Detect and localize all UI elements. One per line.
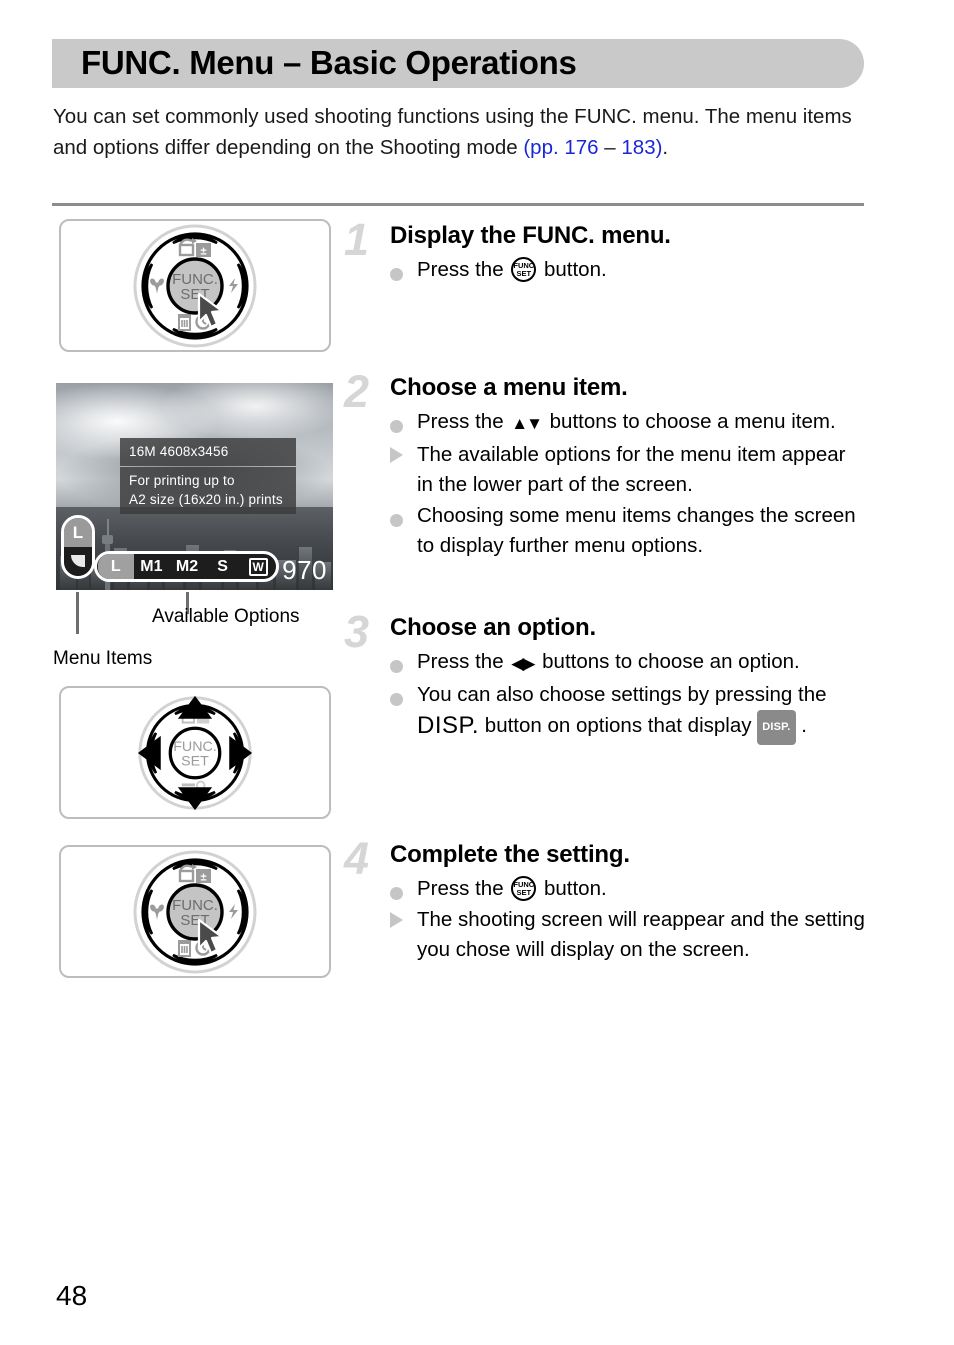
page-header-bar: FUNC. Menu – Basic Operations: [52, 39, 864, 88]
funcset-button-icon: FUNC SET: [511, 257, 537, 282]
step-2-line-3: Choosing some menu items changes the scr…: [390, 501, 866, 561]
figure-dial-direction-buttons-step3: FUNC. SET: [59, 686, 331, 819]
page-number: 48: [56, 1280, 88, 1311]
control-dial-illustration-2: ± FUNC. SET: [133, 850, 257, 974]
control-dial-illustration: ± FUNC. SET: [133, 224, 257, 348]
figure-dial-press-funcset-step1: ± FUNC. SET: [59, 219, 331, 352]
step-3-line-2-after: button on options that display: [479, 714, 758, 737]
svg-text:±: ±: [200, 871, 206, 883]
lcd-option-m1[interactable]: M1: [134, 554, 170, 579]
step-1: 1 Display the FUNC. menu. Press the FUNC…: [344, 217, 866, 286]
lcd-available-options-bar[interactable]: L M1 M2 S W: [94, 551, 279, 582]
step-4-line-1: Press the FUNC SET button.: [390, 874, 866, 904]
step-1-body: Press the FUNC SET button.: [390, 255, 866, 285]
step-2-number: 2: [344, 366, 370, 417]
step-3-line-2: You can also choose settings by pressing…: [390, 680, 866, 745]
left-right-arrows-icon: ◀▶: [511, 654, 535, 673]
funcset-button-icon: FUNC SET: [511, 876, 537, 901]
intro-line-2-mid: –: [598, 136, 622, 159]
step-4-line-1-after: button.: [538, 877, 607, 900]
bullet-dot-icon: [390, 501, 403, 531]
svg-text:±: ±: [200, 245, 206, 257]
intro-line-1: You can set commonly used shooting funct…: [53, 105, 700, 128]
lcd-menu-items-column[interactable]: L: [61, 515, 95, 579]
control-dial-svg: ± FUNC. SET: [133, 224, 257, 347]
bullet-dot-icon: [390, 255, 403, 285]
bullet-dot-icon: [390, 680, 403, 710]
intro-line-2-after: .: [662, 136, 669, 159]
step-2-line-2: The available options for the menu item …: [390, 440, 866, 500]
exposure-compensation-icon: ±: [196, 868, 211, 883]
intro-paragraph: You can set commonly used shooting funct…: [53, 101, 865, 163]
step-4-line-2: The shooting screen will reappear and th…: [390, 905, 866, 965]
page-title: FUNC. Menu – Basic Operations: [81, 43, 577, 81]
callout-available-options: Available Options: [152, 606, 300, 627]
lcd-option-m2[interactable]: M2: [169, 554, 205, 579]
funcset-label-bottom: SET: [181, 753, 209, 769]
step-2: 2 Choose a menu item. Press the ▲▼ butto…: [344, 369, 866, 562]
step-2-title: Choose a menu item.: [390, 374, 628, 401]
lcd-option-s[interactable]: S: [205, 554, 241, 579]
step-3: 3 Choose an option. Press the ◀▶ buttons…: [344, 609, 866, 746]
lcd-shots-remaining: 970: [282, 555, 327, 585]
callout-menu-items: Menu Items: [53, 648, 153, 669]
step-3-line-2-before: You can also choose settings by pressing…: [417, 683, 827, 706]
exposure-compensation-icon: ±: [196, 242, 211, 257]
figure-dial-press-funcset-step4: ± FUNC. SET: [59, 845, 331, 978]
step-3-number: 3: [344, 606, 370, 657]
result-triangle-icon: [390, 905, 403, 937]
step-2-line-2-text: The available options for the menu item …: [417, 443, 846, 496]
step-2-line-1-before: Press the: [417, 410, 510, 433]
step-2-body: Press the ▲▼ buttons to choose a menu it…: [390, 407, 866, 561]
control-dial-illustration-arrows: FUNC. SET: [136, 694, 254, 812]
step-1-number: 1: [344, 214, 370, 265]
control-dial-svg-2: ± FUNC. SET: [133, 850, 257, 973]
control-dial-arrows-svg: FUNC. SET: [137, 695, 253, 810]
up-down-arrows-icon: ▲▼: [511, 414, 543, 433]
step-2-line-1: Press the ▲▼ buttons to choose a menu it…: [390, 407, 866, 439]
callout-leader-menu-items: [76, 592, 79, 634]
step-3-line-1-before: Press the: [417, 650, 510, 673]
step-1-line-1-before: Press the: [417, 258, 510, 281]
lcd-tooltip-printsize: For printing up to A2 size (16x20 in.) p…: [120, 467, 296, 514]
bullet-dot-icon: [390, 874, 403, 904]
figure-camera-lcd-screen: 16M 4608x3456 For printing up to A2 size…: [56, 383, 333, 590]
step-4-line-1-before: Press the: [417, 877, 510, 900]
step-3-line-2-after2: .: [795, 714, 807, 737]
bullet-dot-icon: [390, 647, 403, 677]
lcd-tooltip-resolution: 16M 4608x3456: [120, 438, 296, 466]
step-1-line-1-after: button.: [538, 258, 607, 281]
disp-button-text-icon: DISP.: [417, 712, 480, 739]
step-2-line-3-text: Choosing some menu items changes the scr…: [417, 504, 856, 557]
step-4: 4 Complete the setting. Press the FUNC SE…: [344, 836, 866, 966]
step-3-title: Choose an option.: [390, 614, 596, 641]
lcd-option-l[interactable]: L: [98, 554, 134, 579]
bullet-dot-icon: [390, 407, 403, 437]
page-link-183[interactable]: 183): [621, 136, 662, 159]
result-triangle-icon: [390, 440, 403, 472]
disp-badge-icon: DISP.: [757, 710, 796, 745]
step-4-title: Complete the setting.: [390, 841, 630, 868]
step-3-line-1-after: buttons to choose an option.: [536, 650, 800, 673]
lcd-menu-item-selected[interactable]: L: [64, 518, 92, 547]
page-link-176[interactable]: (pp. 176: [523, 136, 598, 159]
step-4-number: 4: [344, 833, 370, 884]
step-4-body: Press the FUNC SET button. The shooting s…: [390, 874, 866, 965]
step-4-line-2-text: The shooting screen will reappear and th…: [417, 908, 865, 961]
step-3-body: Press the ◀▶ buttons to choose an option…: [390, 647, 866, 745]
step-1-title: Display the FUNC. menu.: [390, 222, 671, 249]
section-divider: [52, 203, 864, 206]
step-1-line-1: Press the FUNC SET button.: [390, 255, 866, 285]
lcd-menu-item-compression-icon[interactable]: [64, 547, 92, 576]
lcd-option-w-label: W: [248, 558, 268, 576]
lcd-option-w[interactable]: W: [240, 554, 276, 579]
step-3-line-1: Press the ◀▶ buttons to choose an option…: [390, 647, 866, 679]
step-2-line-1-after: buttons to choose a menu item.: [543, 410, 836, 433]
